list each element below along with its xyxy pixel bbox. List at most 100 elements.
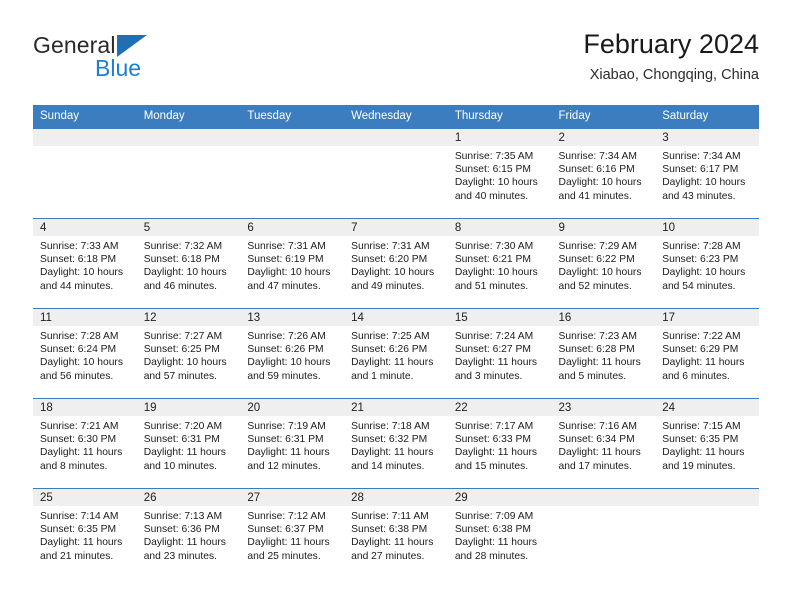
day-number: 26 — [136, 489, 241, 506]
calendar-day-cell[interactable]: 1 Sunrise: 7:35 AM Sunset: 6:15 PM Daylight… — [447, 128, 552, 219]
calendar-day-cell[interactable]: 23 Sunrise: 7:16 AM Sunset: 6:34 PM Dayligh… — [551, 398, 656, 489]
calendar-body: 1 Sunrise: 7:35 AM Sunset: 6:15 PM Daylight… — [33, 128, 759, 579]
calendar-day-cell[interactable]: 14 Sunrise: 7:25 AM Sunset: 6:26 PM Dayligh… — [344, 308, 448, 399]
day-details: Sunrise: 7:19 AM Sunset: 6:31 PM Daylight:… — [240, 416, 344, 473]
calendar-day-cell[interactable]: 29 Sunrise: 7:09 AM Sunset: 6:38 PM Dayligh… — [447, 488, 552, 579]
calendar-day-cell[interactable]: 9 Sunrise: 7:29 AM Sunset: 6:22 PM Daylight… — [551, 218, 656, 309]
day-number: 16 — [551, 309, 656, 326]
page-title: February 2024 — [583, 29, 759, 59]
calendar-day-cell[interactable]: 25 Sunrise: 7:14 AM Sunset: 6:35 PM Dayligh… — [33, 488, 137, 579]
calendar-day-cell[interactable]: 24 Sunrise: 7:15 AM Sunset: 6:35 PM Dayligh… — [655, 398, 759, 489]
day-number: 27 — [240, 489, 345, 506]
calendar-day-cell[interactable]: 13 Sunrise: 7:26 AM Sunset: 6:26 PM Dayligh… — [240, 308, 345, 399]
calendar-day-cell[interactable]: 26 Sunrise: 7:13 AM Sunset: 6:36 PM Dayligh… — [136, 488, 241, 579]
calendar-day-cell[interactable]: 22 Sunrise: 7:17 AM Sunset: 6:33 PM Dayligh… — [447, 398, 552, 489]
daylight-text: Daylight: 11 hours and 5 minutes. — [558, 357, 641, 382]
calendar-day-cell[interactable]: 15 Sunrise: 7:24 AM Sunset: 6:27 PM Dayligh… — [447, 308, 552, 399]
day-details: Sunrise: 7:11 AM Sunset: 6:38 PM Daylight:… — [344, 506, 448, 563]
sunset-text: Sunset: 6:27 PM — [454, 344, 531, 356]
calendar-page: General Blue February 2024 Xiabao, Chong… — [0, 0, 792, 612]
calendar-day-cell[interactable]: 3 Sunrise: 7:34 AM Sunset: 6:17 PM Daylight… — [655, 128, 759, 219]
sunset-text: Sunset: 6:23 PM — [662, 254, 739, 266]
day-number: 21 — [344, 399, 448, 416]
day-details: Sunrise: 7:12 AM Sunset: 6:37 PM Daylight:… — [240, 506, 344, 563]
day-number — [240, 129, 345, 146]
sunset-text: Sunset: 6:37 PM — [247, 524, 324, 536]
calendar-day-cell[interactable]: 7 Sunrise: 7:31 AM Sunset: 6:20 PM Daylight… — [344, 218, 448, 309]
day-number: 24 — [655, 399, 759, 416]
daylight-text: Daylight: 10 hours and 49 minutes. — [351, 267, 435, 292]
page-header: General Blue February 2024 Xiabao, Chong… — [33, 28, 759, 100]
daylight-text: Daylight: 10 hours and 59 minutes. — [247, 357, 331, 382]
calendar-day-cell[interactable]: 4 Sunrise: 7:33 AM Sunset: 6:18 PM Daylight… — [33, 218, 137, 309]
day-details: Sunrise: 7:14 AM Sunset: 6:35 PM Daylight:… — [33, 506, 137, 563]
day-details: Sunrise: 7:29 AM Sunset: 6:22 PM Daylight:… — [552, 236, 656, 293]
day-details: Sunrise: 7:34 AM Sunset: 6:17 PM Daylight:… — [655, 146, 759, 203]
day-details: Sunrise: 7:17 AM Sunset: 6:33 PM Daylight:… — [448, 416, 552, 473]
sunrise-text: Sunrise: 7:13 AM — [143, 511, 223, 522]
day-number: 11 — [33, 309, 137, 326]
weekday-header-thursday: Thursday — [447, 105, 552, 129]
day-details: Sunrise: 7:27 AM Sunset: 6:25 PM Daylight:… — [137, 326, 241, 383]
day-details: Sunrise: 7:21 AM Sunset: 6:30 PM Daylight:… — [33, 416, 137, 473]
calendar-day-cell[interactable]: 16 Sunrise: 7:23 AM Sunset: 6:28 PM Dayligh… — [551, 308, 656, 399]
day-number: 8 — [447, 219, 552, 236]
sunset-text: Sunset: 6:18 PM — [143, 254, 220, 266]
calendar-day-cell-empty — [240, 128, 345, 219]
logo-text-blue: Blue — [95, 55, 142, 81]
sunrise-text: Sunrise: 7:15 AM — [662, 421, 741, 432]
day-number: 6 — [240, 219, 345, 236]
day-number: 15 — [447, 309, 552, 326]
day-details: Sunrise: 7:23 AM Sunset: 6:28 PM Daylight:… — [552, 326, 656, 383]
calendar-day-cell[interactable]: 28 Sunrise: 7:11 AM Sunset: 6:38 PM Dayligh… — [344, 488, 448, 579]
daylight-text: Daylight: 10 hours and 56 minutes. — [40, 357, 123, 382]
sunset-text: Sunset: 6:15 PM — [454, 164, 531, 176]
calendar-day-cell[interactable]: 12 Sunrise: 7:27 AM Sunset: 6:25 PM Dayligh… — [136, 308, 241, 399]
day-details: Sunrise: 7:15 AM Sunset: 6:35 PM Daylight:… — [655, 416, 759, 473]
calendar-day-cell[interactable]: 27 Sunrise: 7:12 AM Sunset: 6:37 PM Dayligh… — [240, 488, 345, 579]
day-number: 4 — [33, 219, 137, 236]
sunset-text: Sunset: 6:36 PM — [143, 524, 220, 536]
daylight-text: Daylight: 11 hours and 28 minutes. — [454, 537, 538, 562]
calendar-day-cell[interactable]: 19 Sunrise: 7:20 AM Sunset: 6:31 PM Dayligh… — [136, 398, 241, 489]
calendar-day-cell[interactable]: 20 Sunrise: 7:19 AM Sunset: 6:31 PM Dayligh… — [240, 398, 345, 489]
calendar-day-cell[interactable]: 10 Sunrise: 7:28 AM Sunset: 6:23 PM Dayligh… — [655, 218, 759, 309]
day-details: Sunrise: 7:35 AM Sunset: 6:15 PM Daylight:… — [448, 146, 552, 203]
weekday-header-friday: Friday — [551, 105, 656, 129]
calendar-day-cell[interactable]: 21 Sunrise: 7:18 AM Sunset: 6:32 PM Dayligh… — [344, 398, 448, 489]
day-details: Sunrise: 7:26 AM Sunset: 6:26 PM Daylight:… — [240, 326, 344, 383]
calendar-day-cell[interactable]: 18 Sunrise: 7:21 AM Sunset: 6:30 PM Dayligh… — [33, 398, 137, 489]
calendar-day-cell[interactable]: 17 Sunrise: 7:22 AM Sunset: 6:29 PM Dayligh… — [655, 308, 759, 399]
calendar-day-cell[interactable]: 6 Sunrise: 7:31 AM Sunset: 6:19 PM Daylight… — [240, 218, 345, 309]
calendar-day-cell[interactable]: 2 Sunrise: 7:34 AM Sunset: 6:16 PM Daylight… — [551, 128, 656, 219]
calendar-week-row: 1 Sunrise: 7:35 AM Sunset: 6:15 PM Daylight… — [33, 128, 759, 219]
daylight-text: Daylight: 10 hours and 57 minutes. — [143, 357, 227, 382]
daylight-text: Daylight: 11 hours and 19 minutes. — [662, 447, 745, 472]
sunset-text: Sunset: 6:21 PM — [454, 254, 531, 266]
title-block: February 2024 Xiabao, Chongqing, China — [583, 28, 759, 84]
calendar-day-cell[interactable]: 5 Sunrise: 7:32 AM Sunset: 6:18 PM Daylight… — [136, 218, 241, 309]
daylight-text: Daylight: 11 hours and 23 minutes. — [143, 537, 226, 562]
sunrise-text: Sunrise: 7:28 AM — [662, 241, 741, 252]
sunset-text: Sunset: 6:31 PM — [143, 434, 220, 446]
sunset-text: Sunset: 6:32 PM — [351, 434, 428, 446]
sunset-text: Sunset: 6:33 PM — [454, 434, 531, 446]
general-blue-logo[interactable]: General Blue — [33, 32, 263, 94]
sunrise-text: Sunrise: 7:16 AM — [558, 421, 637, 432]
sunrise-text: Sunrise: 7:24 AM — [454, 331, 534, 342]
calendar-day-cell[interactable]: 11 Sunrise: 7:28 AM Sunset: 6:24 PM Dayligh… — [33, 308, 137, 399]
sunset-text: Sunset: 6:20 PM — [351, 254, 428, 266]
day-number — [344, 129, 448, 146]
sunset-text: Sunset: 6:18 PM — [40, 254, 117, 266]
weekday-header-wednesday: Wednesday — [344, 105, 448, 129]
calendar-day-cell-empty — [33, 128, 137, 219]
day-number — [33, 129, 137, 146]
calendar-day-cell[interactable]: 8 Sunrise: 7:30 AM Sunset: 6:21 PM Daylight… — [447, 218, 552, 309]
logo-triangle-icon — [117, 35, 147, 57]
day-details: Sunrise: 7:09 AM Sunset: 6:38 PM Daylight:… — [448, 506, 552, 563]
sunrise-text: Sunrise: 7:19 AM — [247, 421, 326, 432]
day-details: Sunrise: 7:33 AM Sunset: 6:18 PM Daylight:… — [33, 236, 137, 293]
calendar-week-row: 18 Sunrise: 7:21 AM Sunset: 6:30 PM Dayligh… — [33, 398, 759, 489]
day-number: 19 — [136, 399, 241, 416]
daylight-text: Daylight: 11 hours and 14 minutes. — [351, 447, 434, 472]
